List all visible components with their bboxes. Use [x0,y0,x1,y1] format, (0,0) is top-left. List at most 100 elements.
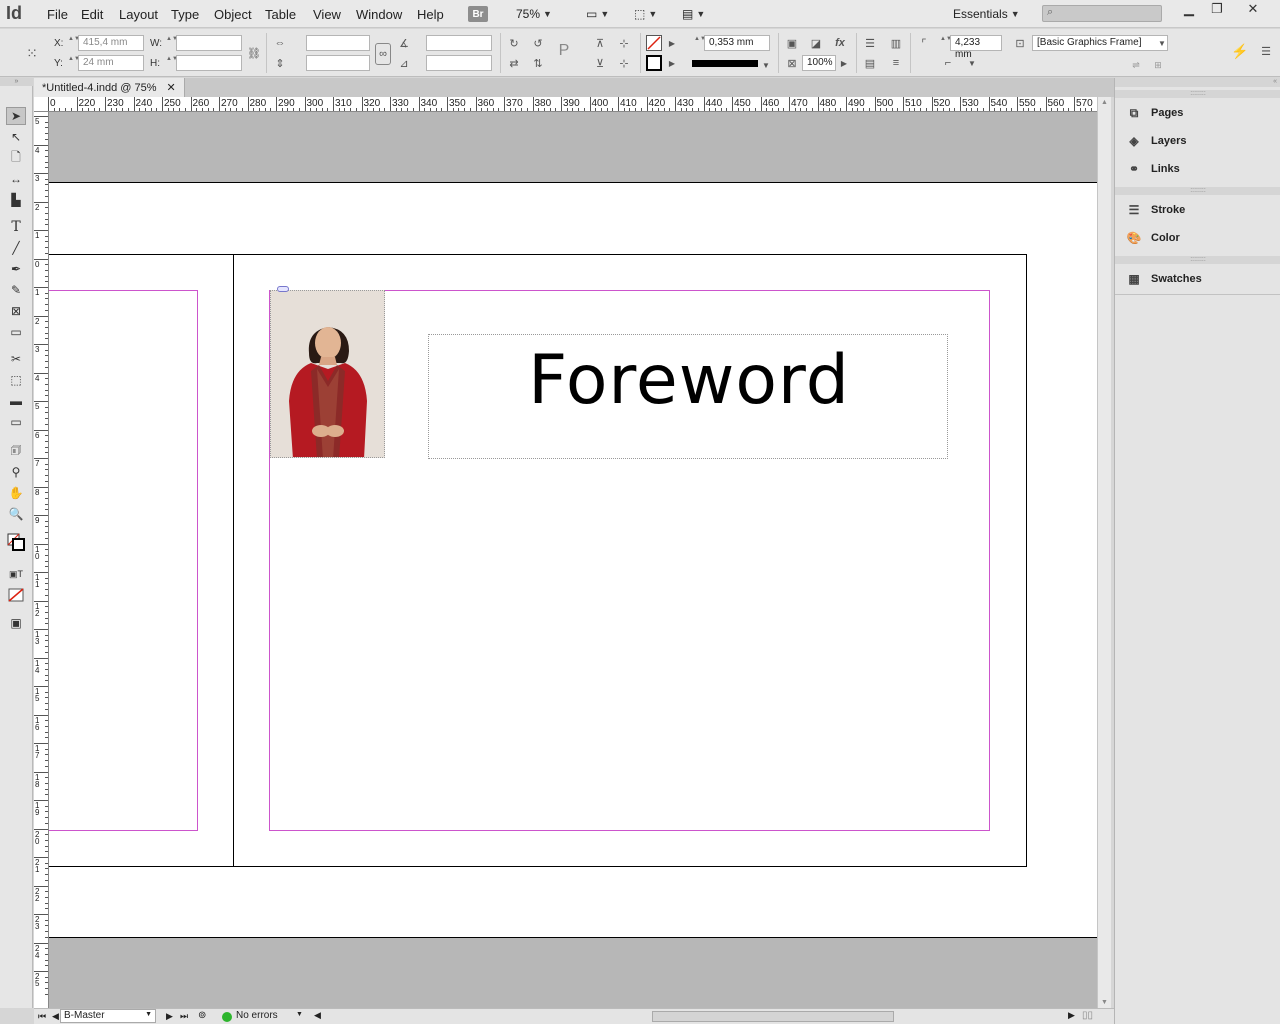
select-container-icon[interactable]: ⊼ [592,35,608,51]
fx-icon[interactable]: fx [832,35,848,51]
rotate-ccw-icon[interactable]: ↺ [530,35,546,51]
menu-view[interactable]: View [313,7,341,22]
scroll-down-icon[interactable]: ▼ [1101,999,1108,1006]
reference-point-icon[interactable]: ⁙ [22,43,42,63]
rectangle-frame-tool-icon[interactable]: ⊠ [6,302,26,320]
panel-group-grip[interactable]: :::::::: [1115,187,1280,195]
menu-file[interactable]: File [47,7,68,22]
apply-none-icon[interactable] [6,586,26,604]
split-window-icon[interactable]: ▯▯ [1082,1010,1093,1021]
horizontal-scroll-thumb[interactable] [652,1011,894,1022]
pen-tool-icon[interactable]: ✒ [6,260,26,278]
clear-overrides-icon[interactable]: ⇌ [1128,57,1144,73]
content-collector-tool-icon[interactable]: ▙ [6,191,26,209]
constrain-proportions-icon[interactable]: ⛓ [246,45,262,61]
chevron-down-icon[interactable]: ▼ [964,55,980,71]
line-tool-icon[interactable]: ╱ [6,239,26,257]
gradient-swatch-tool-icon[interactable]: ▬ [6,392,26,410]
vertical-ruler[interactable]: 5 4 3 2 1 0 1 2 3 4 5 6 7 8 9 10 11 12 13 14 15 16 17 18 19 20 21 2… [34,112,49,1008]
page-number-dropdown[interactable]: B-Master ▼ [60,1009,156,1023]
scroll-left-icon[interactable]: ◀ [314,1010,321,1021]
type-tool-icon[interactable]: T [6,218,26,236]
note-tool-icon[interactable]: 🗊 [6,442,26,460]
screen-mode-dropdown[interactable]: ⬚ ▼ [634,5,657,23]
panel-group-grip[interactable]: :::::::: [1115,256,1280,264]
bridge-button[interactable]: Br [468,5,488,23]
zoom-tool-icon[interactable]: 🔍 [6,505,26,523]
fill-menu-arrow-icon[interactable]: ▶ [664,35,680,51]
panel-group-grip[interactable]: :::::::: [1115,90,1280,98]
chevron-down-icon[interactable]: ▼ [296,1011,303,1018]
rotate-field[interactable] [426,35,492,51]
anchored-object-icon[interactable] [277,286,289,292]
x-spinner[interactable]: ▲▼ [68,35,80,51]
free-transform-tool-icon[interactable]: ⬚ [6,371,26,389]
scroll-up-icon[interactable]: ▲ [1101,99,1108,106]
first-page-icon[interactable]: ⏮ [38,1011,46,1022]
direct-selection-tool-icon[interactable]: ↖ [6,128,26,146]
shadow-toggle-icon[interactable]: ◪ [808,35,824,51]
eyedropper-tool-icon[interactable]: ⚲ [6,463,26,481]
vertical-scrollbar[interactable]: ▲ ▼ [1097,97,1111,1008]
gap-tool-icon[interactable]: ↔ [6,170,26,188]
panel-color[interactable]: 🎨 Color [1125,227,1180,249]
panel-pages[interactable]: ⧉ Pages [1125,102,1184,124]
pencil-tool-icon[interactable]: ✎ [6,281,26,299]
drop-shadow-icon[interactable]: ▣ [784,35,800,51]
close-window-button[interactable]: ✕ [1236,0,1270,18]
control-panel-menu-icon[interactable]: ☰ [1258,43,1274,59]
menu-table[interactable]: Table [265,7,296,22]
document-canvas[interactable]: Foreword [49,112,1097,1008]
hand-tool-icon[interactable]: ✋ [6,484,26,502]
constrain-scale-icon[interactable]: ∞ [375,43,391,65]
menu-type[interactable]: Type [171,7,199,22]
previous-page-icon[interactable]: ◀ [52,1011,59,1022]
fill-swatch-icon[interactable] [646,35,662,51]
zoom-dropdown[interactable]: 75% ▼ [516,5,552,23]
close-tab-icon[interactable]: ✕ [167,81,176,94]
view-options-dropdown[interactable]: ▭ ▼ [586,5,609,23]
x-field[interactable]: 415,4 mm [78,35,144,51]
collapse-toolbar-icon[interactable]: » [0,78,33,86]
rectangle-tool-icon[interactable]: ▭ [6,323,26,341]
title-text-frame[interactable]: Foreword [428,334,948,459]
scale-y-field[interactable] [306,55,370,71]
shear-field[interactable] [426,55,492,71]
wrap-shape-icon[interactable]: ▤ [862,55,878,71]
clear-attributes-icon[interactable]: ⊞ [1150,57,1166,73]
w-field[interactable] [176,35,242,51]
arrange-documents-dropdown[interactable]: ▤ ▼ [682,5,705,23]
opacity-field[interactable]: 100% [802,55,836,71]
scale-x-field[interactable] [306,35,370,51]
menu-edit[interactable]: Edit [81,7,103,22]
corner-options-icon[interactable]: ⌜ [916,35,932,51]
panel-stroke[interactable]: ☰ Stroke [1125,199,1186,221]
workspace-dropdown[interactable]: Essentials ▼ [953,5,1020,23]
selection-tool-icon[interactable]: ➤ [6,107,26,125]
panel-swatches[interactable]: ▦ Swatches [1125,268,1201,290]
scissors-tool-icon[interactable]: ✂ [6,350,26,368]
flip-vertical-icon[interactable]: ⇅ [530,55,546,71]
portrait-image-frame[interactable] [270,290,385,458]
stroke-type-preview[interactable] [692,60,758,67]
formatting-affects-icon[interactable]: ▣T [6,565,26,583]
menu-object[interactable]: Object [214,7,252,22]
horizontal-ruler[interactable]: 0 220 230 240 250 260 270 280 290 300 310 320 330 340… [34,97,1097,112]
wrap-jump-icon[interactable]: ≡ [888,55,904,71]
rotate-cw-icon[interactable]: ↻ [506,35,522,51]
select-content-icon[interactable]: ⊻ [592,55,608,71]
select-previous-icon[interactable]: ⊹ [616,55,632,71]
select-next-icon[interactable]: ⊹ [616,35,632,51]
panel-links[interactable]: ⚭ Links [1125,158,1180,180]
scroll-right-icon[interactable]: ▶ [1068,1010,1075,1021]
panel-layers[interactable]: ◈ Layers [1125,130,1186,152]
stroke-weight-spinner[interactable]: ▲▼ [694,35,706,51]
last-page-icon[interactable]: ⏭ [180,1011,188,1022]
menu-help[interactable]: Help [417,7,444,22]
opacity-arrow-icon[interactable]: ▶ [836,55,852,71]
page-tool-icon[interactable]: 🗋 [6,149,26,167]
preflight-status[interactable]: No errors [236,1010,278,1021]
menu-layout[interactable]: Layout [119,7,158,22]
next-page-icon[interactable]: ▶ [166,1011,173,1022]
chevron-down-icon[interactable]: ▼ [758,57,774,73]
